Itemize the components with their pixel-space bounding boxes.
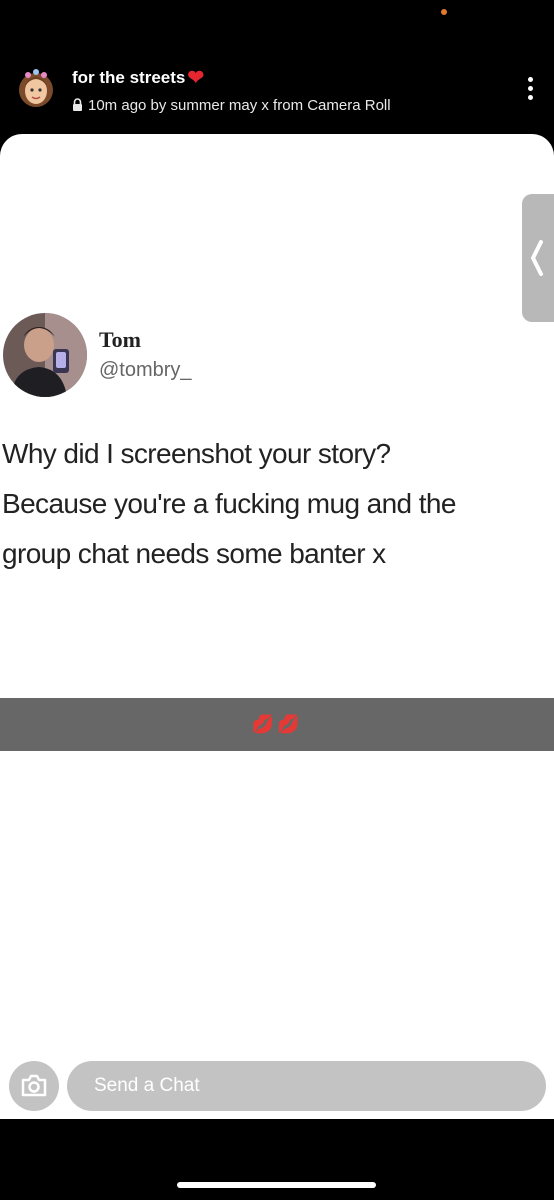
home-indicator[interactable] [177,1182,376,1188]
story-title-text: for the streets [72,68,186,87]
tweet-avatar [3,313,87,397]
story-meta-text: 10m ago by summer may x from Camera Roll [88,97,391,114]
story-caption: 💋💋 [251,714,303,734]
tweet-line: Because you're a fucking mug and the [2,488,456,519]
send-chat-input[interactable]: Send a Chat [67,1061,546,1111]
tweet-author-name: Tom [99,327,141,352]
avatar[interactable] [14,66,58,110]
heart-icon: ❤ [187,67,205,89]
tweet-text: Why did I screenshot your story? Because… [2,429,554,579]
more-vertical-icon[interactable] [526,77,534,105]
side-panel-tab[interactable] [522,194,554,322]
tweet-author-handle: @tombry_ [99,359,192,381]
send-chat-placeholder: Send a Chat [94,1075,200,1096]
camera-icon [21,1074,47,1097]
chevron-left-icon [531,240,543,276]
story-meta: 10m ago by summer may x from Camera Roll [72,97,391,114]
camera-in-use-dot [441,9,447,15]
camera-button[interactable] [9,1061,59,1111]
story-title: for the streets ❤ [72,68,204,88]
story-content: Tom @tombry_ Why did I screenshot your s… [0,134,554,1119]
tweet-line: Why did I screenshot your story? [2,438,391,469]
story-caption-bar: 💋💋 [0,698,554,751]
story-header: for the streets ❤ 10m ago by summer may x… [0,60,554,124]
tweet-line: group chat needs some banter x [2,538,386,569]
lock-icon [73,98,82,111]
